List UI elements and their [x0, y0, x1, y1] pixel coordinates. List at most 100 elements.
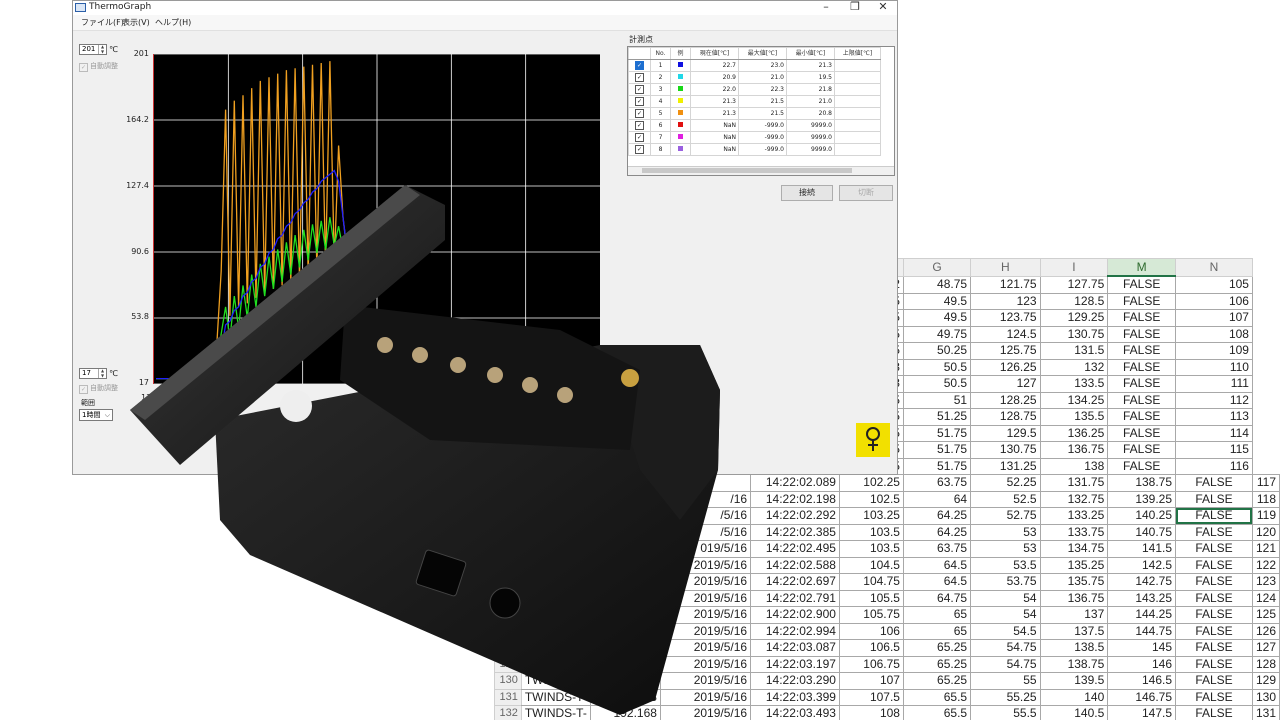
sheet-cell[interactable]: FALSE	[1107, 424, 1177, 442]
sheet-cell[interactable]: 51.25	[902, 408, 972, 426]
sheet-cell[interactable]: 147.5	[1107, 705, 1177, 720]
sheet-cell[interactable]: 140.75	[1107, 523, 1177, 541]
sheet-cell[interactable]: FALSE	[1175, 688, 1253, 706]
sheet-cell[interactable]: 14:22:03.290	[750, 672, 840, 690]
sheet-cell[interactable]: 146.75	[1107, 688, 1177, 706]
sheet-cell[interactable]: 133.25	[1039, 507, 1109, 525]
sheet-cell[interactable]: 102.25	[838, 474, 904, 492]
sheet-cell[interactable]: 54	[970, 606, 1041, 624]
sheet-cell[interactable]: 112	[1175, 391, 1253, 409]
sheet-cell[interactable]: 65.5	[902, 705, 972, 720]
sheet-cell[interactable]: 135.75	[1039, 573, 1109, 591]
sheet-cell[interactable]: 49.5	[902, 292, 972, 310]
sheet-cell[interactable]: 103.25	[838, 507, 904, 525]
range-select[interactable]: 1時間 ⌵	[79, 409, 113, 421]
sheet-cell[interactable]: 120	[1251, 523, 1280, 541]
sheet-cell[interactable]: 131	[1251, 705, 1280, 720]
sheet-cell[interactable]: FALSE	[1107, 391, 1177, 409]
sheet-cell[interactable]: 140	[1039, 688, 1109, 706]
sheet-cell[interactable]: 53	[970, 540, 1041, 558]
sheet-cell[interactable]: FALSE	[1175, 507, 1253, 525]
sheet-cell[interactable]: 107.5	[838, 688, 904, 706]
sheet-cell[interactable]: 109	[1175, 342, 1253, 360]
sheet-cell[interactable]: 14:22:02.588	[750, 556, 840, 574]
sheet-cell[interactable]: 54.5	[970, 622, 1041, 640]
sheet-cell[interactable]: 2019/5/16	[659, 655, 752, 673]
sheet-cell[interactable]: 64.25	[902, 507, 972, 525]
sheet-cell[interactable]: 14:22:02.198	[750, 490, 840, 508]
sheet-cell[interactable]: 106.5	[838, 639, 904, 657]
measurement-grid[interactable]: No. 例現在値[℃] 最大値[℃] 最小値[℃] 上限値[℃] ✓ 1 22.7 23.0 21…	[627, 46, 895, 176]
sheet-cell[interactable]: 140.25	[1107, 507, 1177, 525]
sheet-cell[interactable]: FALSE	[1175, 556, 1253, 574]
sheet-cell[interactable]: 129	[1251, 672, 1280, 690]
sheet-cell[interactable]: 130.75	[970, 441, 1041, 459]
sheet-cell[interactable]: 136.75	[1039, 589, 1109, 607]
sheet-cell[interactable]: 104.5	[838, 556, 904, 574]
sheet-cell[interactable]: 50.25	[902, 342, 972, 360]
sheet-cell[interactable]: 64.5	[902, 556, 972, 574]
grid-row[interactable]: ✓ 6 NaN -999.0 9999.0	[628, 119, 881, 132]
sheet-cell[interactable]: FALSE	[1107, 358, 1177, 376]
sheet-cell[interactable]: 52.25	[970, 474, 1041, 492]
sheet-cell[interactable]: 110	[1175, 358, 1253, 376]
sheet-cell[interactable]: 122	[1251, 556, 1280, 574]
sheet-cell[interactable]: 50.5	[902, 375, 972, 393]
sheet-cell[interactable]: 127	[970, 375, 1041, 393]
sheet-cell[interactable]: 51.75	[902, 424, 972, 442]
sheet-cell[interactable]: 106	[1175, 292, 1253, 310]
sheet-cell[interactable]: 55	[970, 672, 1041, 690]
grid-row[interactable]: ✓ 7 NaN -999.0 9999.0	[628, 131, 881, 144]
ymin-spinner[interactable]: 17 ▲ ▼	[79, 368, 107, 379]
sheet-cell[interactable]: 137	[1039, 606, 1109, 624]
sheet-cell[interactable]: 117	[1251, 474, 1280, 492]
sheet-cell[interactable]: 111	[1175, 375, 1253, 393]
sheet-cell[interactable]: 131.25	[970, 457, 1041, 475]
menu-help[interactable]: ヘルプ(H)	[155, 17, 191, 28]
sheet-cell[interactable]: 14:22:02.900	[750, 606, 840, 624]
grid-row[interactable]: ✓ 1 22.7 23.0 21.3	[628, 59, 881, 72]
menu-view[interactable]: 表示(V)	[122, 17, 150, 28]
sheet-cell[interactable]: 2019/5/16	[659, 705, 752, 720]
sheet-cell[interactable]: 64	[902, 490, 972, 508]
sheet-cell[interactable]: 138	[1039, 457, 1109, 475]
grid-column-header[interactable]: 最大値[℃]	[738, 47, 787, 60]
sheet-cell[interactable]: 134.75	[1039, 540, 1109, 558]
sheet-cell[interactable]: 14:22:02.697	[750, 573, 840, 591]
sheet-cell[interactable]: 106.75	[838, 655, 904, 673]
connect-button[interactable]: 接続	[781, 185, 833, 201]
sheet-cell[interactable]: FALSE	[1107, 375, 1177, 393]
sheet-cell[interactable]: 108	[1175, 325, 1253, 343]
sheet-cell[interactable]: 65.25	[902, 672, 972, 690]
grid-column-header[interactable]: 現在値[℃]	[690, 47, 739, 60]
sheet-cell[interactable]: 142.75	[1107, 573, 1177, 591]
sheet-cell[interactable]: 146.5	[1107, 672, 1177, 690]
sheet-cell[interactable]: 138.75	[1107, 474, 1177, 492]
sheet-cell[interactable]: 135.25	[1039, 556, 1109, 574]
sheet-cell[interactable]: 144.75	[1107, 622, 1177, 640]
sheet-cell[interactable]: 104.75	[838, 573, 904, 591]
sheet-cell[interactable]: TWINDS-T-	[520, 705, 591, 720]
spinner-arrows-icon[interactable]: ▲ ▼	[98, 368, 106, 378]
sheet-cell[interactable]: 132.75	[1039, 490, 1109, 508]
sheet-cell[interactable]: 133.5	[1039, 375, 1109, 393]
sheet-cell[interactable]: 115	[1175, 441, 1253, 459]
sheet-cell[interactable]: 130	[1251, 688, 1280, 706]
grid-row[interactable]: ✓ 5 21.3 21.5 20.8	[628, 107, 881, 120]
horizontal-scrollbar[interactable]	[628, 166, 894, 175]
sheet-cell[interactable]: 65	[902, 622, 972, 640]
sheet-cell[interactable]: 65	[902, 606, 972, 624]
sheet-cell[interactable]: 126	[1251, 622, 1280, 640]
column-header[interactable]: G	[902, 258, 972, 277]
point-enable-checkbox[interactable]: ✓	[635, 108, 644, 118]
sheet-cell[interactable]: 51.75	[902, 441, 972, 459]
sheet-cell[interactable]: 128	[1251, 655, 1280, 673]
sheet-cell[interactable]: FALSE	[1175, 606, 1253, 624]
sheet-cell[interactable]: 131.5	[1039, 342, 1109, 360]
sheet-cell[interactable]: 14:22:02.385	[750, 523, 840, 541]
sheet-cell[interactable]: 124	[1251, 589, 1280, 607]
sheet-cell[interactable]: 14:22:03.399	[750, 688, 840, 706]
sheet-cell[interactable]: 14:22:02.994	[750, 622, 840, 640]
close-button[interactable]: ✕	[868, 1, 897, 14]
sheet-cell[interactable]: 14:22:02.791	[750, 589, 840, 607]
